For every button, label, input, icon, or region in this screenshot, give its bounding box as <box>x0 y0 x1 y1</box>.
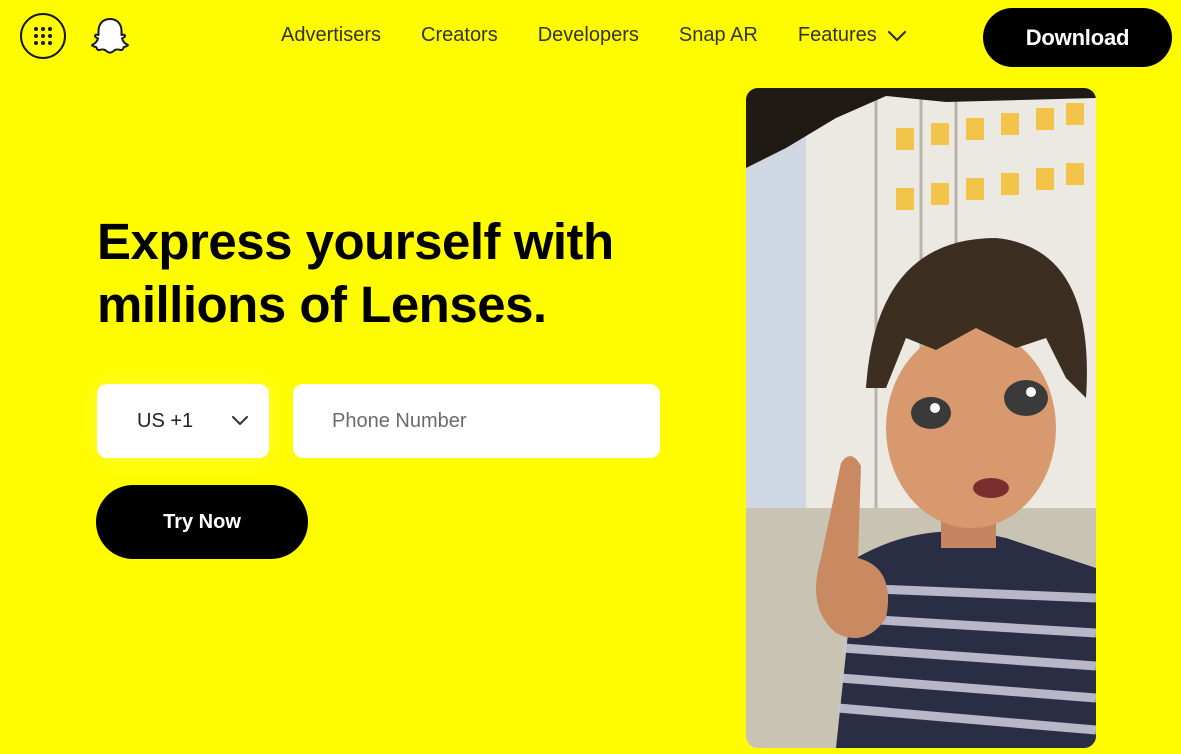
nav-features[interactable]: Features <box>798 24 907 47</box>
nav-developers[interactable]: Developers <box>538 24 639 47</box>
chevron-down-icon <box>887 30 906 41</box>
nav-features-label: Features <box>797 24 877 46</box>
hero-title: Express yourself with millions of Lenses… <box>97 210 697 336</box>
lens-preview-image <box>746 88 1096 748</box>
nav-snap-ar[interactable]: Snap AR <box>679 24 758 47</box>
nav-creators[interactable]: Creators <box>421 24 498 47</box>
phone-number-input[interactable] <box>293 384 660 458</box>
snapchat-ghost-icon[interactable] <box>88 14 132 58</box>
country-code-value: US +1 <box>137 409 194 432</box>
chevron-down-icon <box>232 416 248 425</box>
grid-dots-icon <box>34 27 52 45</box>
main-nav: Advertisers Creators Developers Snap AR … <box>281 24 907 47</box>
apps-menu-button[interactable] <box>20 13 66 59</box>
country-code-select[interactable]: US +1 <box>97 384 269 458</box>
download-button[interactable]: Download <box>983 8 1172 67</box>
nav-advertisers[interactable]: Advertisers <box>281 24 381 47</box>
hero-title-line1: Express yourself with <box>97 213 614 270</box>
hero-title-line2: millions of Lenses. <box>97 276 547 333</box>
try-now-button[interactable]: Try Now <box>96 485 308 559</box>
